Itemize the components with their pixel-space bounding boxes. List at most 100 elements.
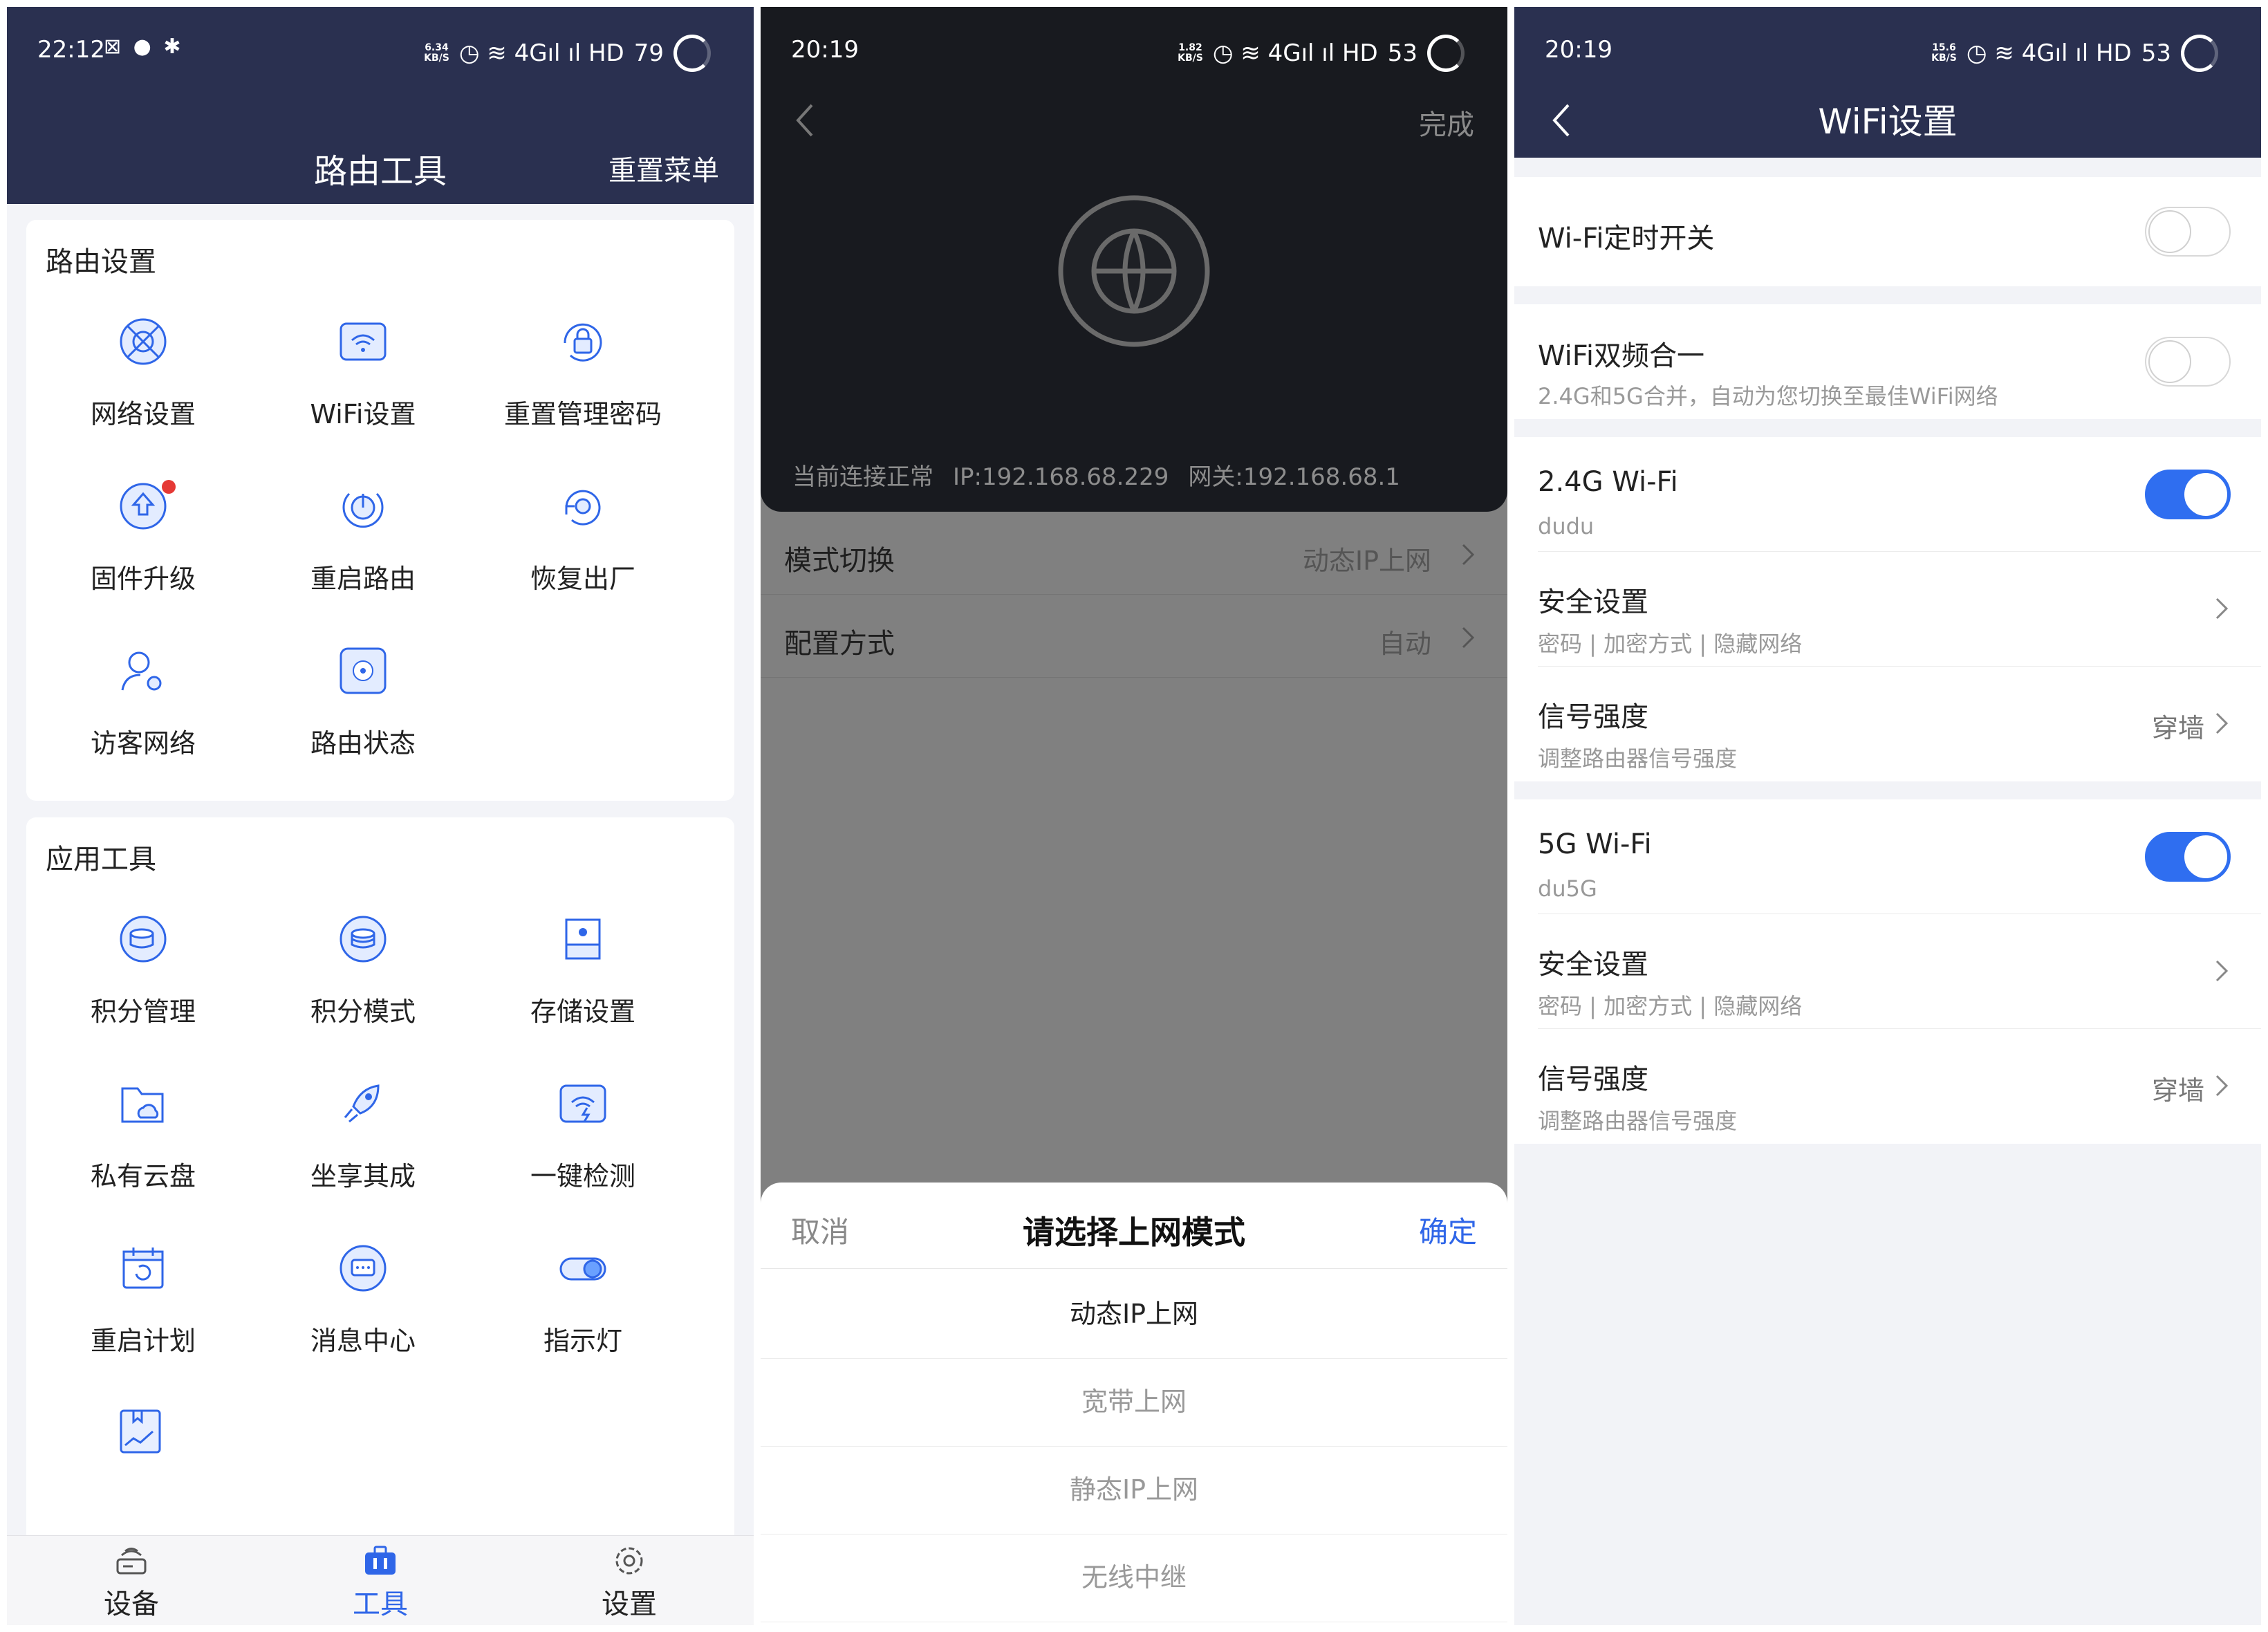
chevron-right-icon — [2215, 597, 2229, 620]
signal-strength-5g-row[interactable]: 信号强度 调整路由器信号强度 穿墙 — [1514, 1029, 2261, 1144]
update-badge — [162, 480, 176, 494]
router-settings-card: 路由设置 网络设置 WiFi设置 重置管理密码 固件升级 重启路由 恢复出厂 访客网络 路由状… — [26, 220, 734, 801]
tool-tile-check[interactable]: 一键检测 — [469, 1077, 697, 1230]
mode-option[interactable]: 动态IP上网 — [761, 1269, 1507, 1359]
tool-tile-message[interactable]: 消息中心 — [249, 1242, 477, 1394]
router-device-icon — [116, 1548, 147, 1575]
points-mode-icon — [340, 916, 387, 963]
dual-band-row: WiFi双频合一 2.4G和5G合并，自动为您切换至最佳WiFi网络 — [1514, 304, 2261, 419]
tool-tile-status[interactable]: 路由状态 — [249, 645, 477, 797]
status-icon — [340, 647, 387, 694]
chevron-right-icon — [2215, 960, 2229, 982]
picker-header: 取消 请选择上网模式 确定 — [761, 1183, 1507, 1269]
tool-tile-cloud-folder[interactable]: 私有云盘 — [29, 1077, 257, 1230]
tool-tile-storage[interactable]: 存储设置 — [469, 913, 697, 1065]
tool-tile-rocket[interactable]: 坐享其成 — [249, 1077, 477, 1230]
config-method-row[interactable]: 配置方式 自动 — [761, 595, 1507, 678]
wifi-5g-toggle[interactable] — [2145, 832, 2231, 882]
tool-tile-calendar[interactable]: 重启计划 — [29, 1242, 257, 1394]
mode-option[interactable]: 宽带上网 — [761, 1357, 1507, 1447]
message-icon — [340, 1245, 387, 1292]
mode-switch-row[interactable]: 模式切换 动态IP上网 — [761, 512, 1507, 595]
connection-gateway: 网关:192.168.68.1 — [1188, 463, 1400, 491]
picker-title: 请选择上网模式 — [1023, 1214, 1245, 1251]
internet-mode-screen: 20:19 1.82 KB/S ◷ ≋ 4Gıl ıl HD 53 完成 当前连接… — [761, 7, 1507, 1625]
tab-device[interactable]: 设备 — [48, 1541, 214, 1622]
connection-header: 20:19 1.82 KB/S ◷ ≋ 4Gıl ıl HD 53 完成 当前连接… — [761, 7, 1507, 512]
globe-icon — [1058, 195, 1210, 347]
status-bar: 20:19 1.82 KB/S ◷ ≋ 4Gıl ıl HD 53 — [761, 7, 1507, 90]
signal-strength-24g-row[interactable]: 信号强度 调整路由器信号强度 穿墙 — [1514, 667, 2261, 781]
tool-tile-power[interactable]: 重启路由 — [249, 480, 477, 632]
dual-band-toggle[interactable] — [2145, 337, 2231, 387]
check-icon — [559, 1084, 606, 1123]
confirm-button[interactable]: 确定 — [1419, 1209, 1477, 1251]
tool-tile-extra[interactable] — [26, 1405, 254, 1557]
network-icon — [120, 318, 167, 365]
connection-info: 当前连接正常 IP:192.168.68.229 网关:192.168.68.1 — [792, 458, 1420, 492]
signal-icons: ◷ ≋ 4Gıl ıl HD — [1966, 39, 2132, 67]
signal-icons: ◷ ≋ 4Gıl ıl HD — [1212, 39, 1378, 67]
app-tools-card: 应用工具 积分管理 积分模式 存储设置 私有云盘 坐享其成 一键检测 重启计划 消息中心 指示灯 — [26, 817, 734, 1543]
rocket-icon — [344, 1084, 380, 1123]
mode-option[interactable]: 无线中继 — [761, 1532, 1507, 1622]
tab-settings[interactable]: 设置 — [546, 1541, 712, 1622]
power-icon — [342, 492, 384, 528]
router-tools-screen: 22:12 ⊠ ● ✱ 6.34 KB/S ◷ ≋ 4Gıl ıl HD 79 路… — [7, 7, 754, 1625]
tool-tile-network[interactable]: 网络设置 — [29, 315, 257, 467]
status-bar: 20:19 15.6 KB/S ◷ ≋ 4Gıl ıl HD 53 — [1514, 7, 2261, 90]
wifi-5g-row: 5G Wi-Fi du5G — [1514, 799, 2261, 914]
status-time: 20:19 — [791, 36, 859, 64]
tool-tile-wifi[interactable]: WiFi设置 — [249, 315, 477, 467]
page-title: WiFi设置 — [1818, 102, 1958, 142]
reset-menu-button[interactable]: 重置菜单 — [608, 148, 719, 188]
security-settings-5g-row[interactable]: 安全设置 密码 | 加密方式 | 隐藏网络 — [1514, 914, 2261, 1029]
ssid-5g: du5G — [1538, 875, 1597, 902]
signal-icons: ◷ ≋ 4Gıl ıl HD — [458, 39, 624, 67]
ssid-24g: dudu — [1538, 513, 1595, 539]
status-time: 22:12 — [37, 36, 105, 64]
lock-reset-icon — [564, 323, 602, 362]
tool-tile-light-toggle[interactable]: 指示灯 — [469, 1242, 697, 1394]
tool-tile-points-mode[interactable]: 积分模式 — [249, 913, 477, 1065]
battery-level: 53 — [2141, 39, 2171, 67]
app-header: 20:19 15.6 KB/S ◷ ≋ 4Gıl ıl HD 53 WiFi设置 — [1514, 7, 2261, 158]
tool-tile-points-manage[interactable]: 积分管理 — [29, 913, 257, 1065]
connection-status: 当前连接正常 — [792, 463, 933, 491]
guest-icon — [121, 651, 162, 691]
gear-icon — [615, 1547, 643, 1575]
chevron-right-icon — [1462, 627, 1475, 649]
chevron-right-icon — [1462, 544, 1475, 566]
battery-level: 79 — [633, 39, 664, 67]
connection-ip: IP:192.168.68.229 — [953, 463, 1169, 491]
network-speed: 15.6 KB/S — [1931, 42, 1957, 64]
cloud-folder-icon — [121, 1087, 164, 1123]
battery-ring-icon — [2181, 35, 2218, 72]
bottom-tab-bar: 设备 工具 设置 — [7, 1535, 754, 1625]
tool-tile-lock-reset[interactable]: 重置管理密码 — [469, 315, 697, 467]
points-manage-icon — [120, 916, 167, 963]
network-speed: 1.82 KB/S — [1178, 42, 1203, 64]
tab-tools[interactable]: 工具 — [297, 1541, 463, 1622]
storage-icon — [565, 918, 601, 960]
toolbox-icon — [365, 1546, 396, 1575]
chart-report-icon — [120, 1409, 161, 1454]
wifi-icon — [340, 322, 387, 361]
mode-option[interactable]: 静态IP上网 — [761, 1445, 1507, 1534]
notification-icons: ⊠ ● ✱ — [104, 35, 184, 59]
tool-tile-restore[interactable]: 恢复出厂 — [469, 480, 697, 632]
tool-tile-guest[interactable]: 访客网络 — [29, 645, 257, 797]
battery-ring-icon — [673, 35, 711, 72]
wifi-24g-row: 2.4G Wi-Fi dudu — [1514, 437, 2261, 552]
restore-icon — [565, 490, 601, 526]
wifi-timer-row: Wi-Fi定时开关 — [1514, 177, 2261, 286]
battery-level: 53 — [1387, 39, 1418, 67]
wifi-24g-toggle[interactable] — [2145, 470, 2231, 519]
back-arrow-icon[interactable] — [791, 100, 819, 141]
tool-tile-upgrade[interactable]: 固件升级 — [29, 480, 257, 632]
done-button[interactable]: 完成 — [1419, 102, 1474, 142]
security-settings-24g-row[interactable]: 安全设置 密码 | 加密方式 | 隐藏网络 — [1514, 552, 2261, 667]
app-header: 22:12 ⊠ ● ✱ 6.34 KB/S ◷ ≋ 4Gıl ıl HD 79 路… — [7, 7, 754, 204]
wifi-timer-toggle[interactable] — [2145, 207, 2231, 257]
network-speed: 6.34 KB/S — [424, 42, 449, 64]
